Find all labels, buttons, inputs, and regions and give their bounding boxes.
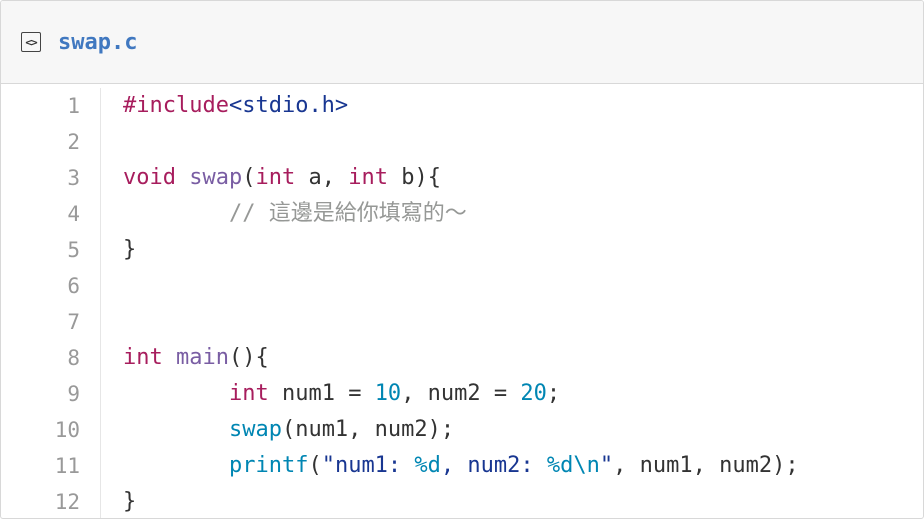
code-token: , num2 =: [401, 381, 521, 406]
code-token: ": [599, 453, 614, 478]
code-token: 20: [520, 381, 547, 406]
code-token: , num1, num2);: [613, 453, 799, 478]
code-token: swap: [228, 417, 282, 442]
file-name-link[interactable]: swap.c: [58, 30, 137, 55]
code-token: num1 =: [268, 381, 375, 406]
code-token: int: [123, 345, 163, 370]
line-number[interactable]: 2: [1, 124, 100, 160]
code-token: main: [176, 345, 229, 370]
code-content: #include<stdio.h> void swap(int a, int b)…: [101, 88, 923, 518]
code-token: 10: [374, 381, 402, 406]
line-number[interactable]: 3: [1, 160, 100, 196]
code-line: swap(num1, num2);: [123, 412, 923, 448]
code-token: swap: [189, 165, 243, 190]
code-token: int: [228, 381, 269, 406]
file-header: <> swap.c: [1, 1, 923, 84]
line-number[interactable]: 9: [1, 376, 100, 412]
code-line: // 這邊是給你填寫的～: [123, 196, 923, 232]
line-number[interactable]: 11: [1, 448, 100, 484]
code-token: ;: [546, 381, 561, 406]
line-number[interactable]: 7: [1, 304, 100, 340]
code-file-viewer: <> swap.c 1 2 3 4 5 6 7 8 9 10 11 12 #include<stdio…: [0, 0, 924, 519]
code-token: (: [308, 453, 322, 478]
code-token: }: [123, 237, 137, 262]
line-number[interactable]: 4: [1, 196, 100, 232]
code-token: %d: [546, 453, 574, 478]
code-line: #include<stdio.h>: [123, 88, 923, 124]
code-body: 1 2 3 4 5 6 7 8 9 10 11 12 #include<stdio.h> void sw…: [1, 84, 923, 518]
code-line: printf("num1: %d, num2: %d\n", num1, num…: [123, 448, 923, 484]
code-line: }: [123, 484, 923, 518]
line-number[interactable]: 6: [1, 268, 100, 304]
code-line: int num1 = 10, num2 = 20;: [123, 376, 923, 412]
code-file-icon: <>: [21, 32, 41, 52]
code-line: }: [123, 232, 923, 268]
line-number[interactable]: 5: [1, 232, 100, 268]
code-token: <stdio.h>: [228, 93, 349, 118]
code-token: b){: [387, 165, 441, 190]
code-token: }: [123, 489, 137, 514]
line-number[interactable]: 12: [1, 484, 100, 518]
code-token: %d: [414, 453, 441, 478]
code-token: // 這邊是給你填寫的～: [228, 201, 467, 226]
code-token: #include: [123, 93, 229, 118]
code-token: a,: [295, 165, 349, 190]
line-number[interactable]: 8: [1, 340, 100, 376]
code-token: int: [348, 165, 388, 190]
code-token: (){: [228, 345, 269, 370]
code-line: int main(){: [123, 340, 923, 376]
code-token: (num1, num2);: [281, 417, 455, 442]
line-number[interactable]: 10: [1, 412, 100, 448]
code-token: "num1:: [321, 453, 415, 478]
code-line: void swap(int a, int b){: [123, 160, 923, 196]
code-token: , num2:: [440, 453, 547, 478]
code-token: (: [242, 165, 256, 190]
line-number[interactable]: 1: [1, 88, 100, 124]
code-token: int: [255, 165, 296, 190]
code-token: printf: [228, 453, 309, 478]
code-token: void: [123, 165, 176, 190]
code-token: \n: [573, 453, 600, 478]
line-number-gutter: 1 2 3 4 5 6 7 8 9 10 11 12: [1, 88, 101, 518]
